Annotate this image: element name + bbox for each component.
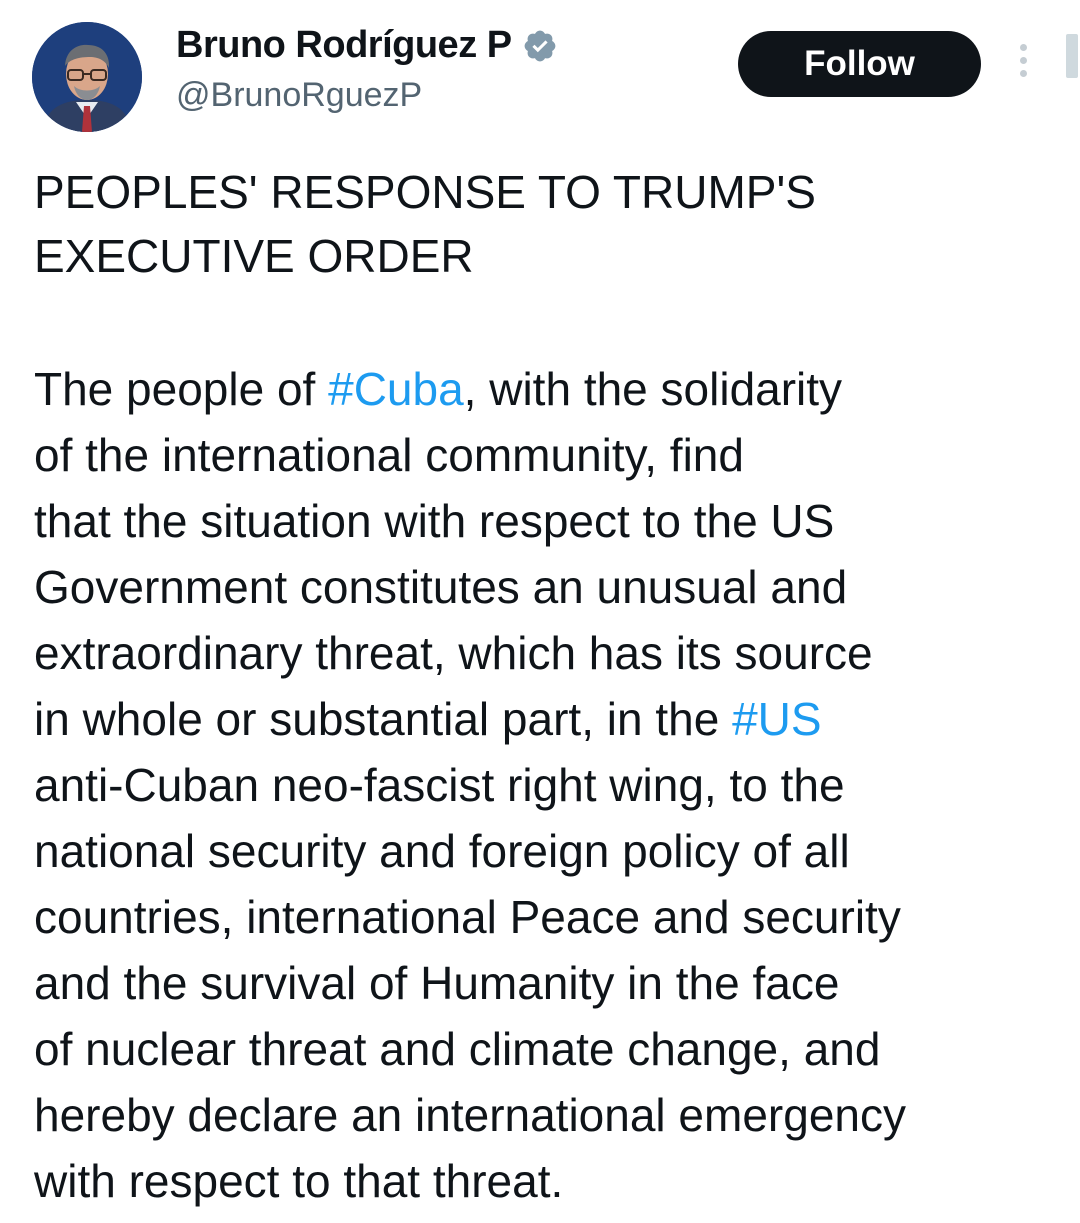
tweet-line: extraordinary threat, which has its sour… <box>34 627 873 679</box>
tweet-title-line: PEOPLES' RESPONSE TO TRUMP'S <box>34 166 816 218</box>
tweet-line: of nuclear threat and climate change, an… <box>34 1023 881 1075</box>
scrollbar[interactable] <box>1066 34 1078 78</box>
tweet-text: , with the solidarity <box>463 363 843 415</box>
tweet-line: national security and foreign policy of … <box>34 825 850 877</box>
author-handle[interactable]: @BrunoRguezP <box>176 76 422 115</box>
tweet-line: countries, international Peace and secur… <box>34 891 901 943</box>
tweet-text: The people of <box>34 363 329 415</box>
author-display-name[interactable]: Bruno Rodríguez P <box>176 24 512 67</box>
hashtag-cuba-link[interactable]: #Cuba <box>328 363 464 415</box>
vertical-ellipsis-icon[interactable] <box>1012 44 1034 84</box>
tweet-title-line: EXECUTIVE ORDER <box>34 230 474 282</box>
tweet-line: in whole or substantial part, in the #US <box>34 686 1064 752</box>
tweet-title: PEOPLES' RESPONSE TO TRUMP'S EXECUTIVE O… <box>34 160 1064 288</box>
follow-button[interactable]: Follow <box>738 31 981 97</box>
author-name-row: Bruno Rodríguez P <box>176 24 558 67</box>
tweet-line: anti-Cuban neo-fascist right wing, to th… <box>34 759 845 811</box>
profile-photo <box>32 22 142 132</box>
tweet-line: of the international community, find <box>34 429 744 481</box>
tweet-line: Government constitutes an unusual and <box>34 561 848 613</box>
tweet-line: The people of #Cuba, with the solidarity <box>34 356 1064 422</box>
tweet-line: that the situation with respect to the U… <box>34 495 835 547</box>
tweet-body: The people of #Cuba, with the solidarity… <box>34 356 1064 1214</box>
tweet-text: in whole or substantial part, in the <box>34 693 733 745</box>
verified-badge-icon <box>522 28 558 64</box>
tweet-line: and the survival of Humanity in the face <box>34 957 840 1009</box>
avatar[interactable] <box>32 22 142 132</box>
tweet-line: hereby declare an international emergenc… <box>34 1089 906 1141</box>
tweet-line: with respect to that threat. <box>34 1155 564 1207</box>
hashtag-us-link[interactable]: #US <box>732 693 821 745</box>
